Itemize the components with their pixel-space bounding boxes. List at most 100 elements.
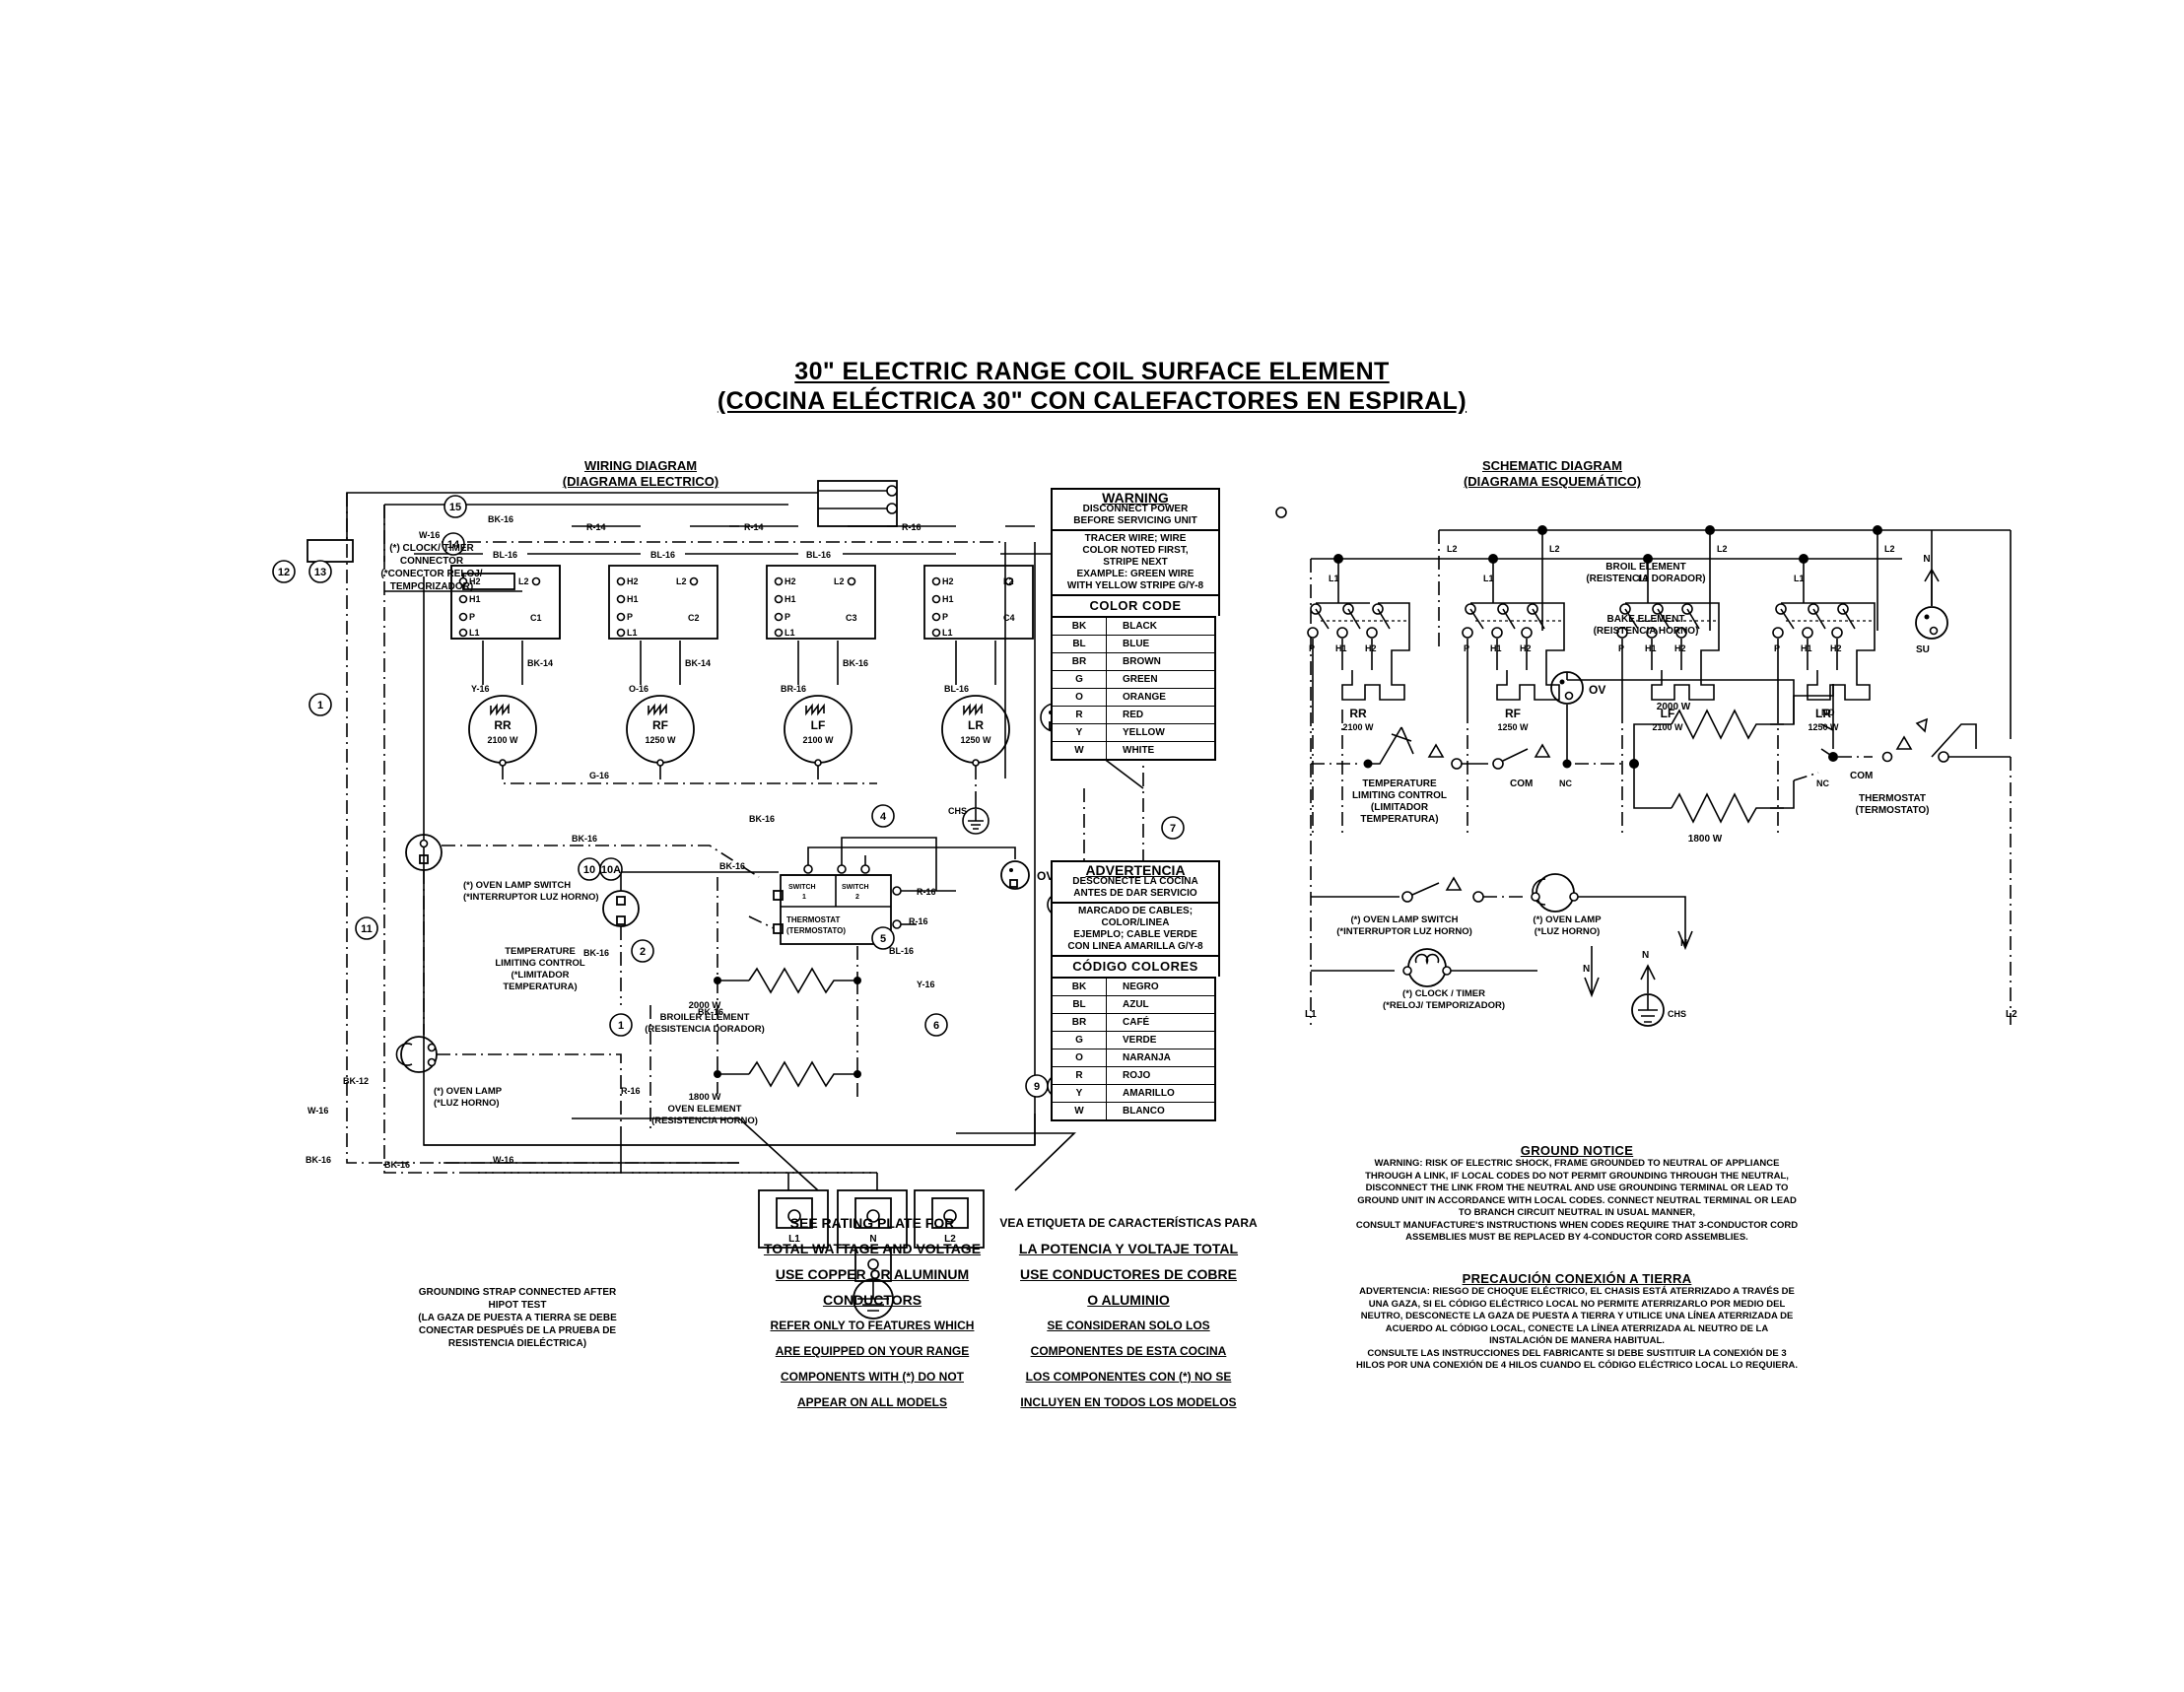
rating-en-3: USE COPPER OR ALUMINUM [775,1266,970,1282]
tracer-es-2: COLOR/LINEA [1101,917,1170,928]
rating-en-8: APPEAR ON ALL MODELS [796,1395,947,1409]
color-es-code: BR [1051,1013,1107,1032]
temp-limiting-control-label-wiring: TEMPERATURE LIMITING CONTROL (*LIMITADOR… [451,946,629,993]
temp-limiting-control-label-schematic: TEMPERATURE LIMITING CONTROL (LIMITADOR … [1311,778,1488,826]
schematic-title-en: SCHEMATIC DIAGRAM [1481,458,1623,473]
clock-timer-connector-label: (*) CLOCK/ TIMER CONNECTOR (*CONECTOR RE… [353,542,511,593]
sch-ol-en: (*) OVEN LAMP [1533,914,1602,925]
rating-es-5: SE CONSIDERAN SOLO LOS [1047,1319,1210,1332]
sch-tlc-l3: (LIMITADOR [1370,802,1429,813]
rating-en-4: CONDUCTORS [822,1292,922,1308]
sch-ol-es: (*LUZ HORNO) [1534,926,1601,937]
color-es-name: AMARILLO [1106,1084,1216,1103]
table-row: BR BROWN [1051,652,1216,671]
ground-notice-en: GROUND NOTICE WARNING: RISK OF ELECTRIC … [1301,1143,1853,1245]
gs-l2: HIPOT TEST [488,1300,547,1311]
sch-broil-en: BROIL ELEMENT [1605,562,1686,573]
gs-l1: GROUNDING STRAP CONNECTED AFTER [418,1287,617,1298]
oven-lamp-label-wiring: (*) OVEN LAMP (*LUZ HORNO) [434,1086,581,1110]
color-es-code: BL [1051,995,1107,1014]
sch-tlc-l4: TEMPERATURA) [1360,814,1439,825]
oven-es-w: (RESISTENCIA HORNO) [651,1116,758,1126]
gn-es-4: ACUERDO AL CÓDIGO LOCAL, CONECTE LA LÍNE… [1385,1322,1769,1334]
burner-lf-symbol [784,695,853,767]
tracer-es-1: MARCADO DE CABLES; [1077,906,1194,916]
tracer-en-4: EXAMPLE: GREEN WIRE [1076,569,1194,579]
ol-en-w: (*) OVEN LAMP [434,1086,503,1097]
ols-en: (*) OVEN LAMP SWITCH [463,880,572,891]
tlc-l2: LIMITING CONTROL [495,958,585,969]
table-row: G GREEN [1051,670,1216,689]
warning-en-header: WARNING DISCONNECT POWER BEFORE SERVICIN… [1051,488,1220,529]
table-row: R RED [1051,706,1216,724]
sch-thermo-en: THERMOSTAT [1859,793,1926,804]
thermostat-label-schematic: THERMOSTAT (TERMOSTATO) [1833,793,1951,817]
tracer-note-es: MARCADO DE CABLES; COLOR/LINEA EJEMPLO; … [1051,902,1220,955]
clock-timer-es: (*CONECTOR RELOJ/ [380,569,483,579]
rating-en-7: COMPONENTS WITH (*) DO NOT [781,1370,964,1384]
oven-lamp-label-schematic: (*) OVEN LAMP (*LUZ HORNO) [1473,914,1661,938]
page-title: 30" ELECTRIC RANGE COIL SURFACE ELEMENT … [0,357,2184,416]
table-row: W WHITE [1051,741,1216,761]
warning-es-title: ADVERTENCIA [1085,862,1186,878]
broiler-element-label-wiring: 2000 W BROILER ELEMENT (RESISTENCIA DORA… [611,1000,798,1036]
marker-12: 12 [272,560,296,583]
gn-es-6: CONSULTE LAS INSTRUCCIONES DEL FABRICANT… [1367,1347,1787,1359]
gn-en-title: GROUND NOTICE [1520,1143,1634,1158]
ground-notice-es: PRECAUCIÓN CONEXIÓN A TIERRA ADVERTENCIA… [1301,1271,1853,1373]
switch-group-lr [923,565,1034,685]
gn-es-3: NEUTRO, DESCONECTE LA GAZA DE PUESTA A T… [1360,1311,1794,1321]
table-row: O NARANJA [1051,1049,1216,1067]
table-row: Y YELLOW [1051,723,1216,742]
svg-text:12: 12 [278,567,290,578]
sch-bake-es: (REISTENCIA HORNO) [1593,626,1699,637]
warning-table-en: WARNING DISCONNECT POWER BEFORE SERVICIN… [1051,488,1220,761]
color-es-name: NARANJA [1106,1049,1216,1067]
clock-timer-en2: CONNECTOR [399,556,464,567]
warning-es-l1: DESCONECTE LA COCINA [1072,876,1198,887]
oven-en-w: OVEN ELEMENT [667,1104,742,1115]
tlc-l4: TEMPERATURA) [503,981,578,992]
color-en-name: ORANGE [1106,688,1216,707]
color-code-es-title-wrap: CÓDIGO COLORES [1051,955,1220,977]
tracer-es-4: CON LINEA AMARILLA G/Y-8 [1067,941,1203,952]
gs-l4: CONECTAR DESPUÉS DE LA PRUEBA DE [418,1325,617,1336]
color-es-code: BK [1051,977,1107,996]
rating-es-7: LOS COMPONENTES CON (*) NO SE [1025,1370,1232,1384]
sch-tlc-l2: LIMITING CONTROL [1351,790,1448,801]
rating-es-2: LA POTENCIA Y VOLTAJE TOTAL [1018,1241,1239,1256]
color-en-code: BL [1051,635,1107,653]
gn-es-title: PRECAUCIÓN CONEXIÓN A TIERRA [1462,1271,1692,1286]
color-en-name: YELLOW [1106,723,1216,742]
ols-es: (*INTERRUPTOR LUZ HORNO) [463,892,599,903]
warning-en-l2: BEFORE SERVICING UNIT [1073,515,1197,526]
color-es-name: VERDE [1106,1031,1216,1049]
oven-watt-w: 1800 W [688,1092,721,1103]
sch-ct-es: (*RELOJ/ TEMPORIZADOR) [1382,1000,1506,1011]
gn-es-1: ADVERTENCIA: RIESGO DE CHOQUE ELÉCTRICO,… [1359,1286,1795,1297]
clock-timer-es2: TEMPORIZADOR) [389,581,474,592]
table-row: BR CAFÉ [1051,1013,1216,1032]
burner-rr-symbol [468,695,537,767]
gs-l3: (LA GAZA DE PUESTA A TIERRA SE DEBE [418,1313,617,1323]
color-en-code: R [1051,706,1107,724]
color-en-code: Y [1051,723,1107,742]
clock-timer-label-schematic: (*) CLOCK / TIMER (*RELOJ/ TEMPORIZADOR) [1321,988,1567,1012]
color-en-name: BROWN [1106,652,1216,671]
color-es-name: CAFÉ [1106,1013,1216,1032]
ol-es-w: (*LUZ HORNO) [434,1098,500,1109]
rating-plate-note-es: VEA ETIQUETA DE CARACTERÍSTICAS PARA LA … [986,1210,1271,1415]
rating-es-3: USE CONDUCTORES DE COBRE [1020,1266,1237,1282]
gn-es-5: INSTALACIÓN DE MANERA HABITUAL. [1489,1335,1665,1346]
color-en-code: W [1051,741,1107,761]
gn-es-body: ADVERTENCIA: RIESGO DE CHOQUE ELÉCTRICO,… [1301,1286,1853,1373]
table-row: BK BLACK [1051,616,1216,636]
gn-en-4: GROUND UNIT IN ACCORDANCE WITH LOCAL COD… [1357,1194,1797,1206]
color-en-name: GREEN [1106,670,1216,689]
sch-broil-es: (REISTENCIA DORADOR) [1586,574,1706,584]
table-row: BL BLUE [1051,635,1216,653]
schematic-title-es: (DIAGRAMA ESQUEMÁTICO) [1463,474,1642,489]
color-en-name: WHITE [1106,741,1216,761]
gn-en-2: THROUGH A LINK, IF LOCAL CODES DO NOT PE… [1365,1170,1789,1182]
broil-element-label-schematic: BROIL ELEMENT (REISTENCIA DORADOR) [1557,562,1735,585]
